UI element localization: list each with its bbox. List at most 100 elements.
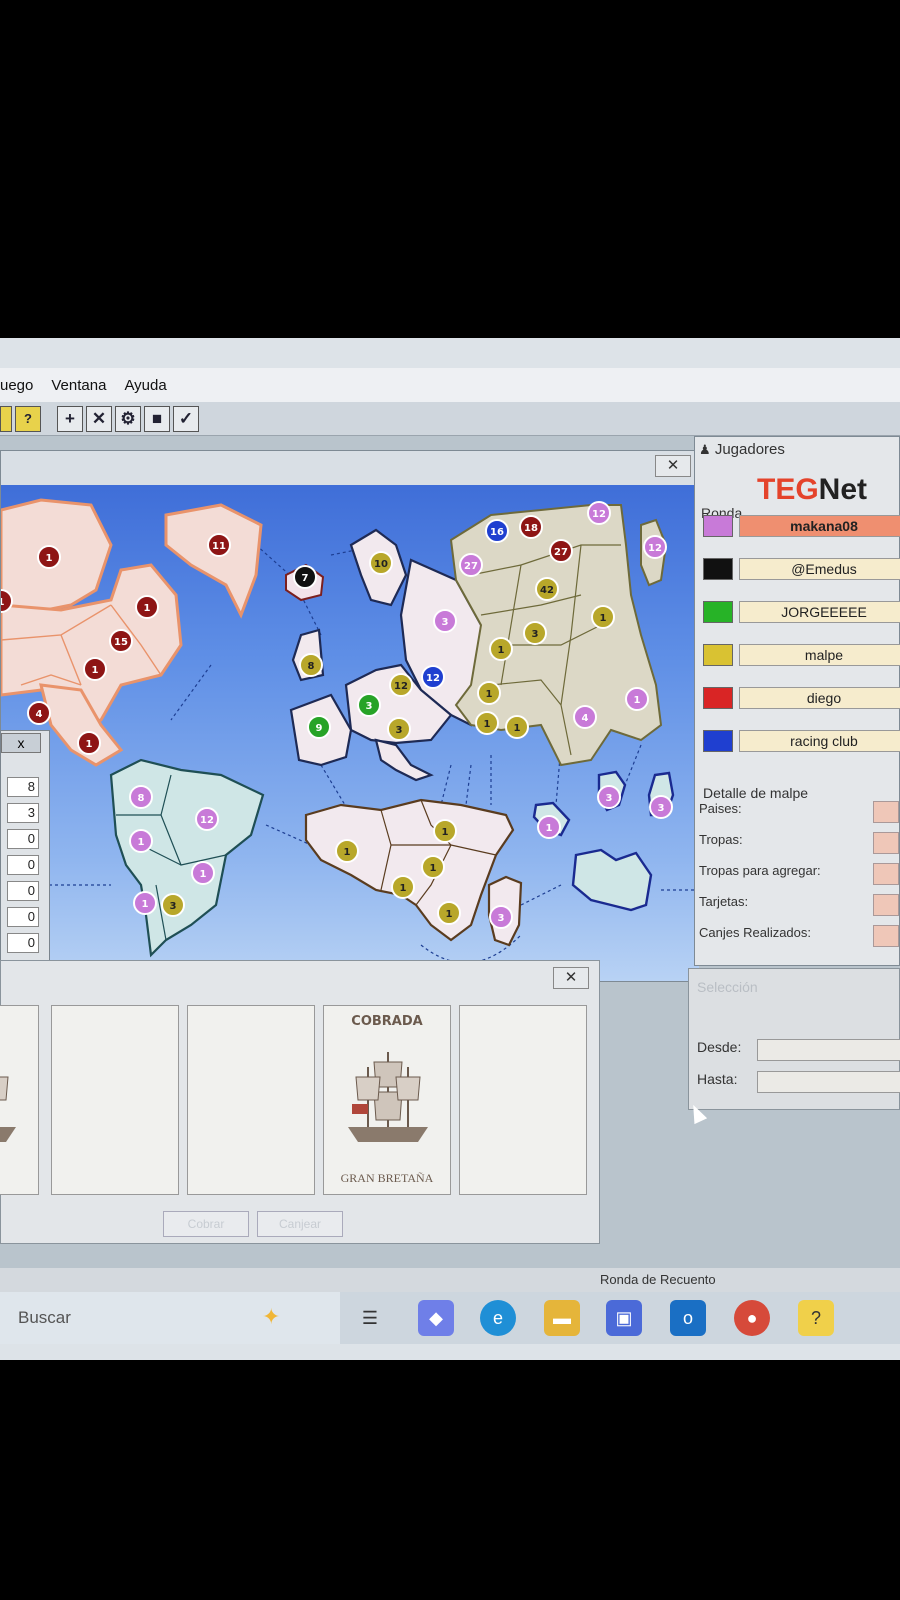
player-row[interactable]: racing club (703, 730, 900, 754)
army-marker[interactable]: 15 (109, 629, 133, 653)
army-marker[interactable]: 1 (133, 891, 157, 915)
army-marker[interactable]: 1 (537, 815, 561, 839)
ship-icon (0, 1076, 16, 1142)
gear-icon[interactable]: ⚙ (115, 405, 141, 432)
army-marker[interactable]: 1 (83, 657, 107, 681)
army-marker[interactable]: 3 (357, 693, 381, 717)
army-count: 3 (396, 725, 403, 736)
taskbar-search[interactable]: Buscar ✦ (0, 1292, 340, 1344)
country-card[interactable]: NIA (0, 1005, 39, 1195)
card-icon[interactable]: ■ (144, 405, 170, 432)
army-marker[interactable]: 10 (369, 551, 393, 575)
army-marker[interactable]: 16 (485, 519, 509, 543)
players-icon: ♟ (699, 442, 711, 457)
detail-row: Tarjetas: (699, 894, 899, 918)
outlook-icon[interactable]: o (670, 1300, 706, 1336)
cobrar-button[interactable]: Cobrar (163, 1211, 249, 1237)
chrome-icon[interactable]: ● (734, 1300, 770, 1336)
teg-app-icon[interactable]: ? (798, 1300, 834, 1336)
army-marker[interactable]: 1 (77, 731, 101, 755)
add-icon[interactable]: + (57, 405, 83, 432)
player-row[interactable]: @Emedus (703, 558, 900, 582)
army-marker[interactable]: 11 (207, 533, 231, 557)
to-label: Hasta: (697, 1071, 738, 1087)
cards-close-button[interactable]: ✕ (553, 967, 589, 989)
army-marker[interactable]: 1 (437, 901, 461, 925)
army-marker[interactable]: 1 (191, 861, 215, 885)
army-marker[interactable]: 8 (299, 653, 323, 677)
detail-value-box (873, 801, 899, 823)
army-marker[interactable]: 12 (587, 501, 611, 525)
player-row[interactable]: malpe (703, 644, 900, 668)
country-card[interactable] (459, 1005, 587, 1195)
map-close-button[interactable]: ✕ (655, 455, 691, 477)
army-marker[interactable]: 1 (433, 819, 457, 843)
to-field[interactable] (757, 1071, 900, 1093)
army-marker[interactable]: 3 (489, 905, 513, 929)
army-marker[interactable]: 1 (475, 711, 499, 735)
army-marker[interactable]: 1 (505, 715, 529, 739)
country-card[interactable] (51, 1005, 179, 1195)
menu-item-ventana[interactable]: Ventana (51, 377, 106, 394)
stats-close-button[interactable]: x (1, 733, 41, 753)
country-card[interactable] (187, 1005, 315, 1195)
player-color-swatch (703, 730, 733, 752)
army-marker[interactable]: 1 (591, 605, 615, 629)
detail-title: Detalle de malpe (703, 785, 809, 801)
army-marker[interactable]: 9 (307, 715, 331, 739)
copilot-icon[interactable]: ◆ (418, 1300, 454, 1336)
store-icon[interactable]: ▣ (606, 1300, 642, 1336)
edge-icon[interactable]: e (480, 1300, 516, 1336)
army-marker[interactable]: 1 (135, 595, 159, 619)
army-marker[interactable]: 1 (489, 637, 513, 661)
army-marker[interactable]: 12 (195, 807, 219, 831)
army-marker[interactable]: 1 (477, 681, 501, 705)
army-marker[interactable]: 12 (643, 535, 667, 559)
detail-value-box (873, 863, 899, 885)
army-count: 1 (138, 837, 145, 848)
continent-africa[interactable] (304, 798, 523, 947)
army-marker[interactable]: 3 (433, 609, 457, 633)
stat-value: 0 (7, 881, 39, 901)
army-marker[interactable]: 1 (391, 875, 415, 899)
army-marker[interactable]: 3 (649, 795, 673, 819)
close-icon[interactable]: ✕ (86, 405, 112, 432)
to-row: Hasta: (697, 1071, 900, 1095)
from-field[interactable] (757, 1039, 900, 1061)
army-marker[interactable]: 3 (523, 621, 547, 645)
army-marker[interactable]: 4 (27, 701, 51, 725)
menu-item-juego[interactable]: uego (0, 377, 33, 394)
menu-item-ayuda[interactable]: Ayuda (124, 377, 166, 394)
army-marker[interactable]: 3 (161, 893, 185, 917)
army-marker[interactable]: 1 (625, 687, 649, 711)
army-marker[interactable]: 12 (389, 673, 413, 697)
army-marker[interactable]: 1 (37, 545, 61, 569)
folder-icon[interactable]: ▬ (544, 1300, 580, 1336)
help-icon[interactable]: ? (15, 405, 41, 432)
army-marker[interactable]: 3 (597, 785, 621, 809)
army-marker[interactable]: 18 (519, 515, 543, 539)
army-marker[interactable]: 8 (129, 785, 153, 809)
check-icon[interactable]: ✓ (173, 405, 199, 432)
army-count: 1 (498, 645, 505, 656)
army-marker[interactable]: 3 (387, 717, 411, 741)
player-row[interactable]: diego (703, 687, 900, 711)
army-marker[interactable]: 1 (129, 829, 153, 853)
army-marker[interactable]: 12 (421, 665, 445, 689)
canjear-button[interactable]: Canjear (257, 1211, 343, 1237)
army-count: 1 (400, 883, 407, 894)
army-marker[interactable]: 4 (573, 705, 597, 729)
country-card[interactable]: COBRADA GRAN BRETAÑA (323, 1005, 451, 1195)
player-name: diego (739, 687, 900, 709)
army-marker[interactable]: 1 (421, 855, 445, 879)
army-marker[interactable]: 27 (549, 539, 573, 563)
army-marker[interactable]: 42 (535, 577, 559, 601)
army-marker[interactable]: 27 (459, 553, 483, 577)
player-row[interactable]: makana08 (703, 515, 900, 539)
player-row[interactable]: JORGEEEEE (703, 601, 900, 625)
army-marker[interactable]: 1 (335, 839, 359, 863)
toolbar-button-folder[interactable] (0, 405, 12, 432)
world-map[interactable]: 1111115141710893121233161812272712421311… (1, 485, 699, 981)
task-view-icon[interactable]: ☰ (352, 1300, 388, 1336)
army-marker[interactable]: 7 (293, 565, 317, 589)
